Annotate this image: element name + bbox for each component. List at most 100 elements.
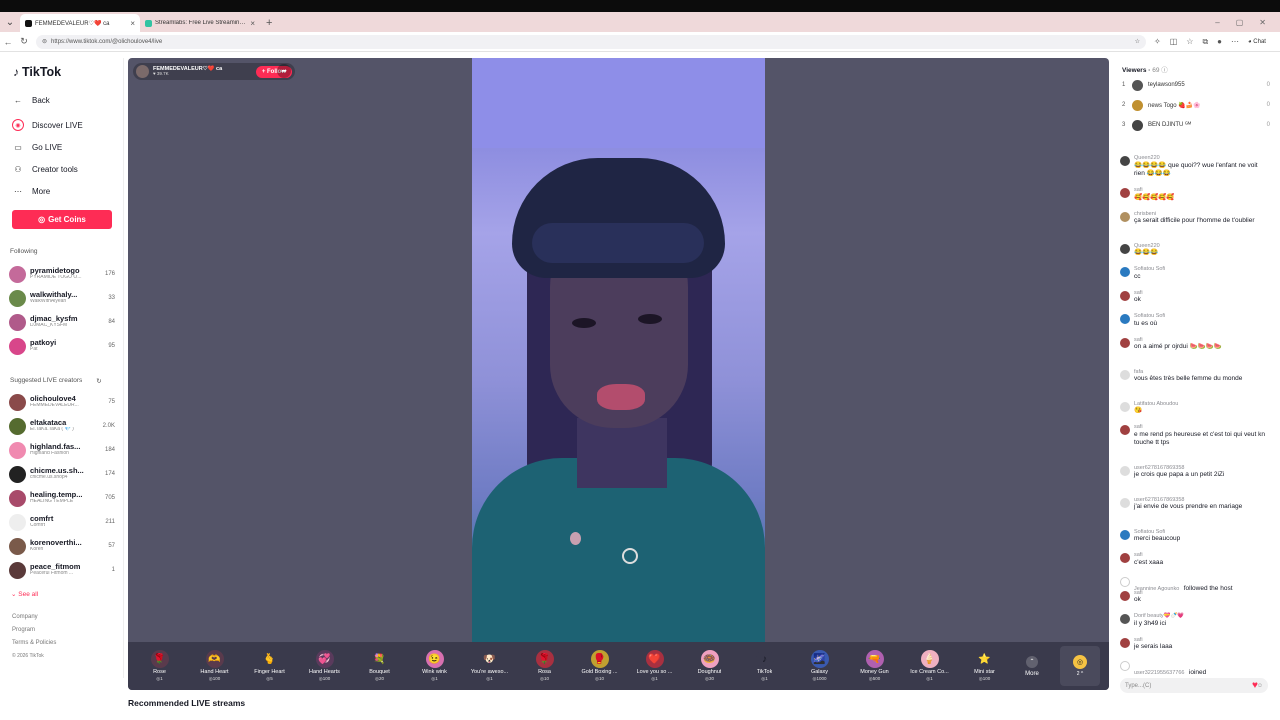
- favorites-icon[interactable]: ☆: [1186, 37, 1193, 46]
- chat-messages[interactable]: chrisbeni 😂😂😂 Queen220 😂😂😂😂 que quoi?? w…: [1116, 154, 1272, 674]
- close-tab-icon[interactable]: ×: [130, 19, 135, 28]
- following-account[interactable]: patkoyi Pat 95: [9, 335, 115, 357]
- reload-icon[interactable]: ↻: [16, 36, 32, 47]
- footer-terms[interactable]: Terms & Policies: [12, 640, 56, 646]
- chat-input[interactable]: Type...(C) ☺: [1120, 678, 1268, 693]
- following-account[interactable]: walkwithaly... WalkWithAlyeah 33: [9, 287, 115, 309]
- following-account[interactable]: djmac_kysfm DJMAC_KYSFM 84: [9, 311, 115, 333]
- gift-item[interactable]: 🌹 Rosa ◎10: [517, 643, 572, 689]
- chat-username[interactable]: Latifatou Aboudou: [1134, 401, 1270, 408]
- chat-username[interactable]: user6278167869358: [1134, 465, 1270, 472]
- new-tab-button[interactable]: +: [260, 17, 278, 32]
- chat-username[interactable]: Sofiatou Sofi: [1134, 266, 1270, 273]
- chat-username[interactable]: user3221955637766: [1134, 670, 1184, 674]
- close-window-icon[interactable]: ✕: [1259, 18, 1266, 27]
- back-arrow-icon[interactable]: ←: [0, 37, 16, 47]
- info-icon[interactable]: ⓘ: [1161, 67, 1168, 74]
- chat-username[interactable]: Sofiatou Sofi: [1134, 313, 1270, 320]
- gift-item[interactable]: 🍩 Doughnut ◎30: [682, 643, 737, 689]
- extensions-icon[interactable]: ✧: [1154, 37, 1161, 46]
- chat-username[interactable]: safi: [1134, 590, 1270, 597]
- suggested-account[interactable]: korenoverthi... Koren 57: [9, 535, 115, 557]
- see-all-link[interactable]: ⌄ See all: [11, 590, 38, 598]
- more-menu-icon[interactable]: ⋯: [1231, 37, 1239, 46]
- chat-username[interactable]: safi: [1134, 424, 1270, 431]
- nav-more[interactable]: ⋯ More: [12, 185, 50, 197]
- gift-item[interactable]: 😉 Wink wink ◎1: [407, 643, 462, 689]
- suggested-account[interactable]: peace_fitmom Peaceful Fitmom ... 1: [9, 559, 115, 581]
- close-tab-icon[interactable]: ×: [250, 19, 255, 28]
- gift-item[interactable]: 💐 Bouquet ◎20: [352, 643, 407, 689]
- chat-username[interactable]: fafa: [1134, 369, 1270, 376]
- suggested-account[interactable]: healing.temp... HEALING TEMPLE 705: [9, 487, 115, 509]
- live-video-player[interactable]: FEMMEDEVALEUR♡❤️ ca ♥ 39.7K + Follow ➦ 🌹…: [128, 58, 1109, 690]
- suggested-account[interactable]: comfrt Comfrt 211: [9, 511, 115, 533]
- avatar: [1120, 401, 1130, 412]
- gift-item[interactable]: ⭐ Mini star ◎100: [957, 643, 1012, 689]
- gift-item[interactable]: 🌹 Rose ◎1: [132, 643, 187, 689]
- profile-icon[interactable]: ●: [1217, 37, 1222, 46]
- gift-item[interactable]: 🫶 Hand Heart ◎100: [187, 643, 242, 689]
- browser-tab-streamlabs[interactable]: Streamlabs: Free Live Streaming & ×: [140, 14, 260, 32]
- split-view-icon[interactable]: ◫: [1170, 37, 1178, 46]
- url-field[interactable]: ⊜ https://www.tiktok.com/@olichoulove4/l…: [36, 34, 1146, 49]
- host-info-pill[interactable]: FEMMEDEVALEUR♡❤️ ca ♥ 39.7K + Follow: [133, 63, 295, 80]
- top-viewer-row[interactable]: 2 news Togo 🍓🍰🌸 0: [1122, 98, 1270, 112]
- chat-username[interactable]: Dorif beauty💝🍼💗: [1134, 613, 1270, 620]
- chat-username[interactable]: Sofiatou Sofi: [1134, 529, 1270, 536]
- tiktok-logo[interactable]: ♪ TikTok: [13, 65, 61, 79]
- nav-discover-live[interactable]: ◉ Discover LIVE: [12, 119, 83, 131]
- avatar: [9, 337, 26, 355]
- gift-price: ◎1: [651, 676, 658, 681]
- chat-username[interactable]: safi: [1134, 187, 1270, 194]
- chat-username[interactable]: safi: [1134, 552, 1270, 559]
- tab-menu-icon[interactable]: ⌄: [0, 12, 20, 32]
- ellipsis-icon: ⋯: [14, 186, 22, 196]
- nav-creator-tools[interactable]: ⚇ Creator tools: [12, 163, 77, 175]
- copilot-chat-button[interactable]: ◕ Chat: [1248, 39, 1266, 45]
- chat-username[interactable]: safi: [1134, 637, 1270, 644]
- more-gifts-button[interactable]: ⌃ More: [1012, 655, 1052, 677]
- gift-item[interactable]: 🫰 Finger Heart ◎5: [242, 643, 297, 689]
- chat-username[interactable]: chrisbeni: [1134, 211, 1270, 218]
- following-account[interactable]: pyramidetogo PYRAMIDE TOGO O... 176: [9, 263, 115, 285]
- gift-item[interactable]: 🍦 Ice Cream Co... ◎1: [902, 643, 957, 689]
- gift-item[interactable]: 🐶 You're aweso... ◎1: [462, 643, 517, 689]
- footer-program[interactable]: Program: [12, 627, 35, 633]
- chat-username[interactable]: Queen220: [1134, 155, 1270, 162]
- chat-username[interactable]: user6278167869358: [1134, 497, 1270, 504]
- site-info-icon[interactable]: ⊜: [42, 38, 47, 45]
- host-avatar[interactable]: [136, 65, 149, 78]
- gift-item[interactable]: 🌌 Galaxy ◎1000: [792, 643, 847, 689]
- coin-balance-button[interactable]: ◎ 2 ^: [1060, 646, 1100, 686]
- collections-icon[interactable]: ⧉: [1202, 37, 1208, 47]
- gift-price: ◎1: [431, 676, 438, 681]
- minimize-icon[interactable]: –: [1215, 18, 1219, 27]
- gift-item[interactable]: 🔫 Money Gun ◎500: [847, 643, 902, 689]
- top-viewer-row[interactable]: 1 teylawson955 0: [1122, 78, 1270, 92]
- bookmark-star-icon[interactable]: ☆: [1135, 38, 1140, 45]
- maximize-icon[interactable]: ▢: [1236, 18, 1244, 27]
- refresh-icon[interactable]: ↻: [96, 377, 101, 385]
- footer-company[interactable]: Company: [12, 614, 38, 620]
- browser-tab-tiktok[interactable]: FEMMEDEVALEUR♡❤️ ca ×: [20, 14, 140, 32]
- suggested-account[interactable]: olichoulove4 FEMMEDEVALEUR... 75: [9, 391, 115, 413]
- back-link[interactable]: ← Back: [12, 94, 50, 106]
- top-viewer-row[interactable]: 3 BEN DJINTU ᴳᴹ 0: [1122, 118, 1270, 132]
- viewer-name: news Togo 🍓🍰🌸: [1148, 102, 1201, 109]
- viewers-header[interactable]: Viewers · 69 ⓘ: [1122, 64, 1168, 74]
- gift-item[interactable]: 🥊 Gold Boxing ... ◎10: [572, 643, 627, 689]
- suggested-account[interactable]: highland.fas... Highland Fashion 184: [9, 439, 115, 461]
- gift-item[interactable]: ♪ TikTok ◎1: [737, 643, 792, 689]
- suggested-account[interactable]: eltakataca El.TaKa.TaKa ( 💎 ) 2.0K: [9, 415, 115, 437]
- nav-go-live[interactable]: ▭ Go LIVE: [12, 141, 62, 153]
- gift-item[interactable]: ❤️ Love you so ... ◎1: [627, 643, 682, 689]
- chat-message: safi e me rend ps heureuse et c'est toi …: [1120, 424, 1270, 447]
- like-heart-icon[interactable]: ♥: [1252, 680, 1258, 691]
- suggested-account[interactable]: chicme.us.sh... chicme.us.shop4 174: [9, 463, 115, 485]
- gift-item[interactable]: 💞 Hand Hearts ◎100: [297, 643, 352, 689]
- share-icon[interactable]: ➦: [277, 64, 291, 78]
- chat-username[interactable]: safi: [1134, 290, 1270, 297]
- viewer-score: 0: [1266, 82, 1270, 88]
- get-coins-button[interactable]: ◎ Get Coins: [12, 210, 112, 229]
